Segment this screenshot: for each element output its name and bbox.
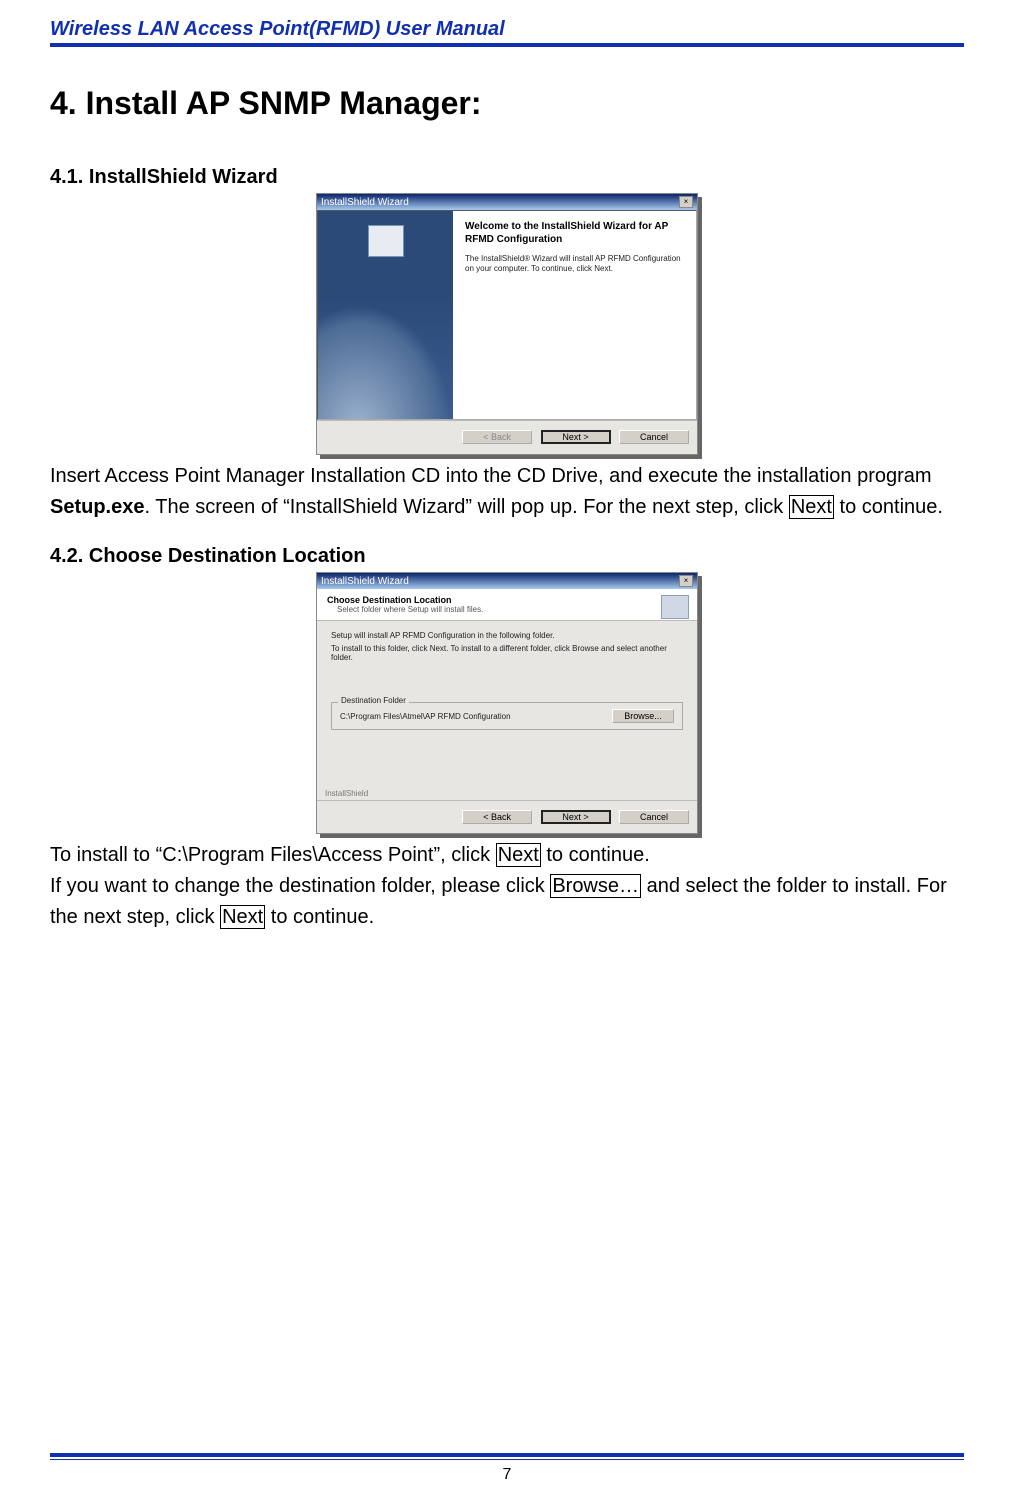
h1-title: Install AP SNMP Manager: [86,85,482,121]
footer-rule-thin [50,1459,964,1460]
h2-number: 4.1. [50,166,83,188]
installshield-welcome-window: InstallShield Wizard × Welcome to the In… [316,193,698,455]
next-button[interactable]: Next > [541,810,611,824]
wizard-button-row: < Back Next > Cancel [317,420,697,451]
text: Insert Access Point Manager Installation… [50,465,932,487]
close-icon[interactable]: × [679,196,693,208]
cancel-button[interactable]: Cancel [619,810,689,824]
back-button[interactable]: < Back [462,810,532,824]
destination-path: C:\Program Files\Atmel\AP RFMD Configura… [340,712,511,721]
header-title: Wireless LAN Access Point(RFMD) User Man… [50,18,964,41]
destination-folder-group: Destination Folder C:\Program Files\Atme… [331,702,683,730]
heading-4-1: 4.1. InstallShield Wizard [50,166,964,189]
installshield-brand: InstallShield [317,789,697,800]
window-titlebar: InstallShield Wizard × [317,194,697,210]
next-button[interactable]: Next > [541,430,611,444]
setup-exe: Setup.exe [50,496,144,518]
wizard-line1: Setup will install AP RFMD Configuration… [331,631,683,640]
box-icon [368,225,404,257]
cancel-button[interactable]: Cancel [619,430,689,444]
header-rule [50,43,964,47]
h2-number: 4.2. [50,545,83,567]
browse-button[interactable]: Browse... [612,709,674,723]
wizard-button-row: < Back Next > Cancel [317,800,697,831]
wizard-header-sub: Select folder where Setup will install f… [337,605,687,614]
figure-wizard-destination: InstallShield Wizard × Choose Destinatio… [50,572,964,834]
window-title: InstallShield Wizard [321,197,409,208]
heading-1: 4. Install AP SNMP Manager: [50,85,964,122]
back-button: < Back [462,430,532,444]
wizard-line2: To install to this folder, click Next. T… [331,644,683,662]
heading-4-2: 4.2. Choose Destination Location [50,545,964,568]
para-4-2: To install to “C:\Program Files\Access P… [50,840,964,933]
h2-title: Choose Destination Location [89,545,366,567]
para-4-1: Insert Access Point Manager Installation… [50,461,964,523]
footer-rule-thick [50,1453,964,1457]
text: If you want to change the destination fo… [50,875,550,897]
wizard-header: Choose Destination Location Select folde… [317,589,697,621]
wizard-heading: Welcome to the InstallShield Wizard for … [465,221,684,246]
close-icon[interactable]: × [679,575,693,587]
figure-wizard-welcome: InstallShield Wizard × Welcome to the In… [50,193,964,455]
text: to continue. [541,844,650,866]
window-title: InstallShield Wizard [321,576,409,587]
text: To install to “C:\Program Files\Access P… [50,844,496,866]
page-number: 7 [50,1466,964,1484]
wizard-side-graphic [318,211,453,419]
next-label: Next [789,495,834,519]
h2-title: InstallShield Wizard [89,166,278,188]
text: to continue. [265,906,374,928]
computer-icon [661,595,689,619]
page-footer: 7 [50,1453,964,1484]
wizard-text: The InstallShield® Wizard will install A… [465,254,684,275]
window-titlebar: InstallShield Wizard × [317,573,697,589]
next-label: Next [496,843,541,867]
installshield-destination-window: InstallShield Wizard × Choose Destinatio… [316,572,698,834]
text: . The screen of “InstallShield Wizard” w… [144,496,788,518]
browse-label: Browse… [550,874,641,898]
text: to continue. [834,496,943,518]
next-label: Next [220,905,265,929]
group-label: Destination Folder [338,696,409,705]
h1-number: 4. [50,85,77,121]
wizard-header-title: Choose Destination Location [327,595,687,605]
